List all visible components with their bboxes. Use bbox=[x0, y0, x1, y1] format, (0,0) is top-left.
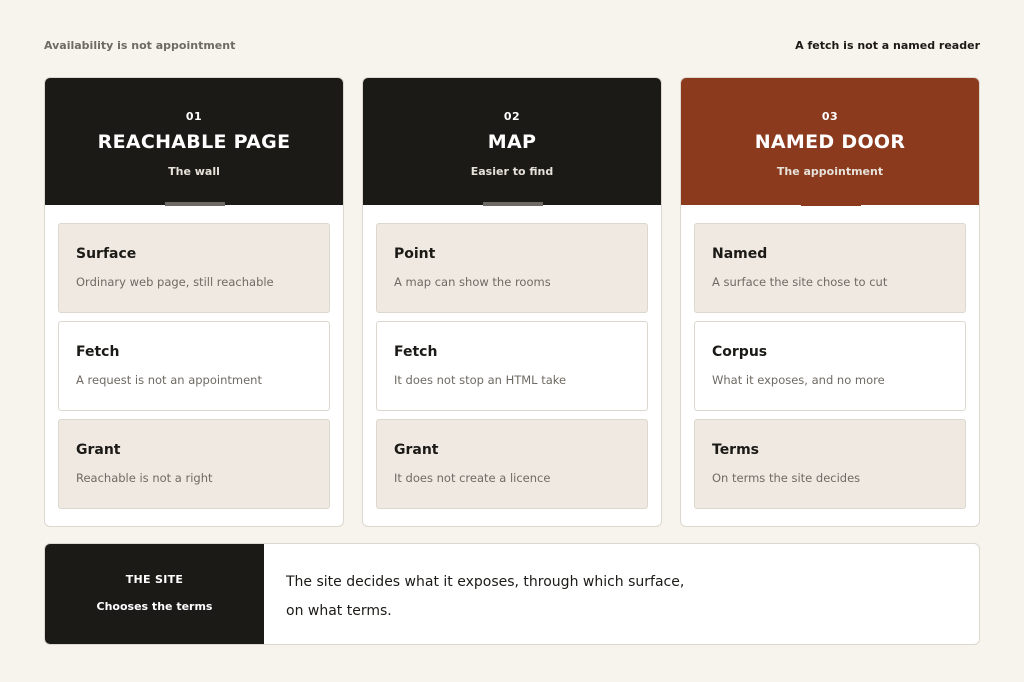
card-stack: Point A map can show the rooms Fetch It … bbox=[376, 223, 648, 509]
card-title: Terms bbox=[712, 442, 760, 458]
column-number: 01 bbox=[185, 110, 203, 123]
column-subtitle: Easier to find bbox=[470, 165, 554, 178]
card-description: Ordinary web page, still reachable bbox=[76, 275, 274, 289]
card-title: Surface bbox=[76, 246, 137, 262]
card-description: A map can show the rooms bbox=[394, 275, 551, 289]
card-stack: Named A surface the site chose to cut Co… bbox=[694, 223, 966, 509]
column-number: 02 bbox=[503, 110, 521, 123]
card-title: Fetch bbox=[394, 344, 438, 360]
site-summary-label-panel: THE SITE Chooses the terms bbox=[45, 544, 264, 644]
column-subtitle: The wall bbox=[168, 165, 220, 178]
card-fetch: Fetch A request is not an appointment bbox=[58, 321, 330, 411]
card-fetch: Fetch It does not stop an HTML take bbox=[376, 321, 648, 411]
card-surface: Surface Ordinary web page, still reachab… bbox=[58, 223, 330, 313]
card-named: Named A surface the site chose to cut bbox=[694, 223, 966, 313]
card-description: On terms the site decides bbox=[712, 471, 861, 485]
card-description: It does not create a licence bbox=[394, 471, 551, 485]
site-summary-line-1: The site decides what it exposes, throug… bbox=[286, 574, 685, 590]
card-point: Point A map can show the rooms bbox=[376, 223, 648, 313]
column-header: 02 MAP Easier to find bbox=[363, 78, 661, 206]
column-named-door: 03 NAMED DOOR The appointment Named A su… bbox=[680, 77, 980, 527]
card-grant: Grant It does not create a licence bbox=[376, 419, 648, 509]
column-title: REACHABLE PAGE bbox=[97, 131, 291, 153]
header-right-caption: A fetch is not a named reader bbox=[795, 39, 980, 52]
header-left-caption: Availability is not appointment bbox=[44, 39, 236, 52]
card-stack: Surface Ordinary web page, still reachab… bbox=[58, 223, 330, 509]
column-number: 03 bbox=[821, 110, 839, 123]
card-description: A surface the site chose to cut bbox=[712, 275, 888, 289]
columns-row: 01 REACHABLE PAGE The wall Surface Ordin… bbox=[44, 77, 980, 527]
card-terms: Terms On terms the site decides bbox=[694, 419, 966, 509]
column-title: MAP bbox=[487, 131, 537, 153]
card-title: Grant bbox=[76, 442, 121, 458]
card-description: A request is not an appointment bbox=[76, 373, 262, 387]
card-title: Fetch bbox=[76, 344, 120, 360]
card-title: Corpus bbox=[712, 344, 768, 360]
site-summary-line-2: on what terms. bbox=[286, 603, 392, 619]
site-summary-text: The site decides what it exposes, throug… bbox=[264, 544, 684, 644]
site-summary-banner: THE SITE Chooses the terms The site deci… bbox=[44, 543, 980, 645]
column-tab-marker bbox=[801, 202, 861, 206]
column-header: 03 NAMED DOOR The appointment bbox=[681, 78, 979, 206]
column-header: 01 REACHABLE PAGE The wall bbox=[45, 78, 343, 206]
column-subtitle: The appointment bbox=[776, 165, 884, 178]
column-tab-marker bbox=[483, 202, 543, 206]
card-description: Reachable is not a right bbox=[76, 471, 213, 485]
card-title: Point bbox=[394, 246, 436, 262]
card-title: Grant bbox=[394, 442, 439, 458]
column-reachable-page: 01 REACHABLE PAGE The wall Surface Ordin… bbox=[44, 77, 344, 527]
card-description: What it exposes, and no more bbox=[712, 373, 885, 387]
column-title: NAMED DOOR bbox=[754, 131, 906, 153]
column-tab-marker bbox=[165, 202, 225, 206]
card-title: Named bbox=[712, 246, 768, 262]
site-summary-sublabel: Chooses the terms bbox=[96, 600, 213, 613]
column-map: 02 MAP Easier to find Point A map can sh… bbox=[362, 77, 662, 527]
site-summary-label: THE SITE bbox=[125, 573, 184, 586]
card-description: It does not stop an HTML take bbox=[394, 373, 567, 387]
card-corpus: Corpus What it exposes, and no more bbox=[694, 321, 966, 411]
card-grant: Grant Reachable is not a right bbox=[58, 419, 330, 509]
